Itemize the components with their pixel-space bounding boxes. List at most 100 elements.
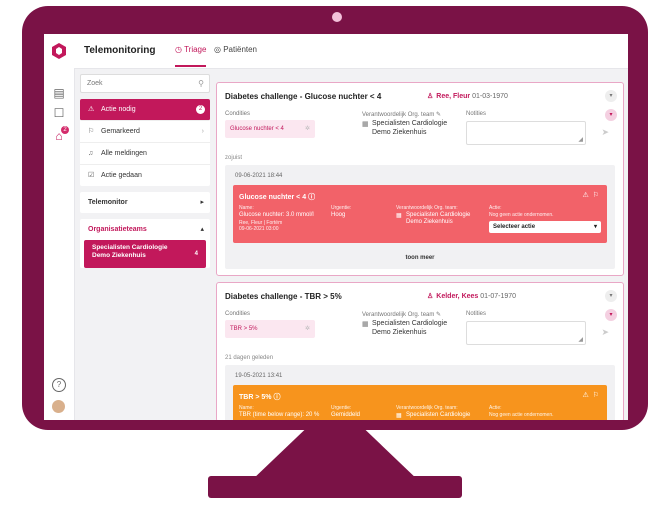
- id-card-icon[interactable]: ▤: [52, 86, 66, 100]
- sidebar-item-action-needed[interactable]: ⚠ Actie nodig 2: [80, 99, 210, 121]
- alert-container: 19-05-2021 13:41 TBR > 5% ⓘ ⚠ ⚐ Name: Ur…: [225, 365, 615, 420]
- team-line: Specialisten Cardiologie: [372, 320, 448, 327]
- options-button[interactable]: ▾: [605, 309, 617, 321]
- urgency-value: Gemiddeld: [331, 412, 361, 418]
- alert-actions: ⚠ ⚐: [583, 391, 599, 399]
- bookmark-icon[interactable]: ⚐: [593, 392, 599, 399]
- notes-field[interactable]: ◢: [466, 321, 586, 345]
- alert-panel: TBR > 5% ⓘ ⚠ ⚐ Name: Urgentie: Verantwoo…: [233, 385, 607, 420]
- condition-text: TBR > 5%: [230, 326, 258, 332]
- send-icon[interactable]: ➤: [601, 327, 609, 338]
- alert-title: Glucose nuchter < 4 ⓘ: [239, 194, 316, 201]
- send-icon[interactable]: ➤: [601, 127, 609, 138]
- app-screen: ▤ ☐ ⌂ 2 ? Telemonitoring ◷ Triage ◎ Pati…: [44, 34, 628, 420]
- responsible-team: ▦ Specialisten Cardiologie Demo Ziekenhu…: [362, 319, 447, 337]
- show-more-link[interactable]: toon meer: [225, 255, 615, 261]
- logo-icon[interactable]: [52, 43, 66, 59]
- resize-handle-icon: ◢: [578, 137, 583, 143]
- sidebar: Zoek ⚲ ⚠ Actie nodig 2 ⚐ Gemarkeerd › ♫ All…: [80, 74, 210, 272]
- tab-triage[interactable]: ◷ Triage: [175, 45, 207, 67]
- resize-handle-icon: ◢: [578, 337, 583, 343]
- warning-icon: ⚠: [582, 392, 589, 399]
- team-line: Demo Ziekenhuis: [406, 219, 453, 225]
- urgency-value: Hoog: [331, 212, 346, 218]
- info-icon[interactable]: ⓘ: [308, 194, 315, 201]
- collapse-button[interactable]: ▾: [605, 290, 617, 302]
- gear-icon[interactable]: ✲: [305, 320, 310, 338]
- org-teams-header[interactable]: Organisatieteams ▴: [80, 219, 210, 240]
- check-icon: ☑: [88, 172, 95, 179]
- section-label: Telemonitor: [88, 199, 128, 206]
- search-placeholder: Zoek: [87, 80, 103, 87]
- collapse-button[interactable]: ▾: [605, 90, 617, 102]
- notes-label: Notities: [466, 111, 487, 117]
- pencil-icon[interactable]: ✎: [436, 312, 441, 318]
- clock-icon: ◷: [175, 45, 185, 54]
- team-count: 4: [194, 251, 198, 257]
- card-title: Diabetes challenge - TBR > 5%: [225, 292, 342, 301]
- sidebar-item-all-notifications[interactable]: ♫ Alle meldingen: [80, 143, 210, 165]
- patient-name: Kelder, Kees: [436, 293, 479, 300]
- patient-dob: 01-03-1970: [472, 93, 508, 100]
- tab-patients[interactable]: ◎ Patiënten: [214, 45, 257, 54]
- filter-list: ⚠ Actie nodig 2 ⚐ Gemarkeerd › ♫ Alle meldi…: [80, 99, 210, 186]
- team-line: Specialisten Cardiologie: [372, 120, 448, 127]
- search-input[interactable]: Zoek ⚲: [80, 74, 210, 93]
- measurement-value: TBR (time below range): 20 %: [239, 412, 320, 418]
- building-icon: ▦: [396, 413, 402, 419]
- notification-card: Diabetes challenge - Glucose nuchter < 4…: [216, 82, 624, 276]
- condition-text: Glucose nuchter < 4: [230, 126, 284, 132]
- header-action: Actie:: [489, 405, 502, 411]
- bell-icon: ♫: [88, 150, 94, 157]
- notes-field[interactable]: ◢: [466, 121, 586, 145]
- options-button[interactable]: ▾: [605, 109, 617, 121]
- condition-chip[interactable]: Glucose nuchter < 4 ✲: [225, 120, 315, 138]
- telemonitor-section[interactable]: Telemonitor ▸: [80, 192, 210, 213]
- alert-timestamp: 19-05-2021 13:41: [235, 373, 283, 379]
- condition-chip[interactable]: TBR > 5% ✲: [225, 320, 315, 338]
- telemonitor-header[interactable]: Telemonitor ▸: [80, 192, 210, 213]
- left-rail: ▤ ☐ ⌂ 2 ?: [44, 34, 75, 420]
- bookmark-icon: ⚐: [88, 128, 95, 135]
- team-line: Demo Ziekenhuis: [372, 129, 427, 136]
- measurement-value: Glucose nuchter: 3.0 mmol/l: [239, 212, 314, 218]
- help-icon[interactable]: ?: [52, 378, 66, 392]
- section-label: Organisatieteams: [88, 226, 147, 233]
- alert-timestamp: 09-06-2021 18:44: [235, 173, 283, 179]
- select-value: Selecteer actie: [493, 224, 536, 230]
- patient-dob: 01-07-1970: [480, 293, 517, 300]
- alert-team: ▦ Specialisten Cardiologie: [396, 412, 470, 419]
- sidebar-item-marked[interactable]: ⚐ Gemarkeerd ›: [80, 121, 210, 143]
- header-urgency: Urgentie:: [331, 205, 352, 211]
- header-urgency: Urgentie:: [331, 405, 352, 411]
- app-title: Telemonitoring: [84, 45, 156, 56]
- team-line: Specialisten Cardiologie: [406, 412, 471, 418]
- sidebar-item-label: Gemarkeerd: [101, 128, 140, 135]
- patient-link[interactable]: ♙ Kelder, Kees 01-07-1970: [427, 292, 516, 300]
- sidebar-item-label: Actie nodig: [101, 106, 136, 113]
- warning-icon: ⚠: [88, 106, 95, 113]
- info-icon[interactable]: ⓘ: [273, 394, 280, 401]
- warning-icon: ⚠: [582, 192, 589, 199]
- sidebar-item-label: Alle meldingen: [101, 150, 147, 157]
- avatar[interactable]: [52, 400, 65, 413]
- monitor-base: [208, 476, 462, 498]
- alert-team: ▦ Specialisten Cardiologie Demo Ziekenhu…: [396, 212, 470, 226]
- chat-icon[interactable]: ☐: [52, 106, 66, 120]
- bookmark-icon[interactable]: ⚐: [593, 192, 599, 199]
- top-bar: Telemonitoring ◷ Triage ◎ Patiënten: [74, 34, 628, 69]
- relative-time: zojuist: [225, 155, 243, 161]
- sidebar-item-action-done[interactable]: ☑ Actie gedaan: [80, 165, 210, 186]
- pencil-icon[interactable]: ✎: [436, 112, 441, 118]
- search-icon: ⚲: [198, 79, 204, 88]
- responsible-team: ▦ Specialisten Cardiologie Demo Ziekenhu…: [362, 119, 447, 137]
- alert-panel: Glucose nuchter < 4 ⓘ ⚠ ⚐ Name: Urgentie…: [233, 185, 607, 243]
- gear-icon[interactable]: ✲: [305, 120, 310, 138]
- team-item[interactable]: Specialisten Cardiologie Demo Ziekenhuis…: [84, 240, 206, 268]
- action-select[interactable]: Selecteer actie ▾: [489, 221, 601, 233]
- conditions-label: Condities: [225, 311, 251, 317]
- team-name: Specialisten Cardiologie: [92, 244, 168, 251]
- caret-up-icon: ▴: [200, 226, 204, 233]
- patient-link[interactable]: ♙ Ree, Fleur 01-03-1970: [427, 92, 508, 100]
- chevron-down-icon: ▾: [593, 224, 597, 230]
